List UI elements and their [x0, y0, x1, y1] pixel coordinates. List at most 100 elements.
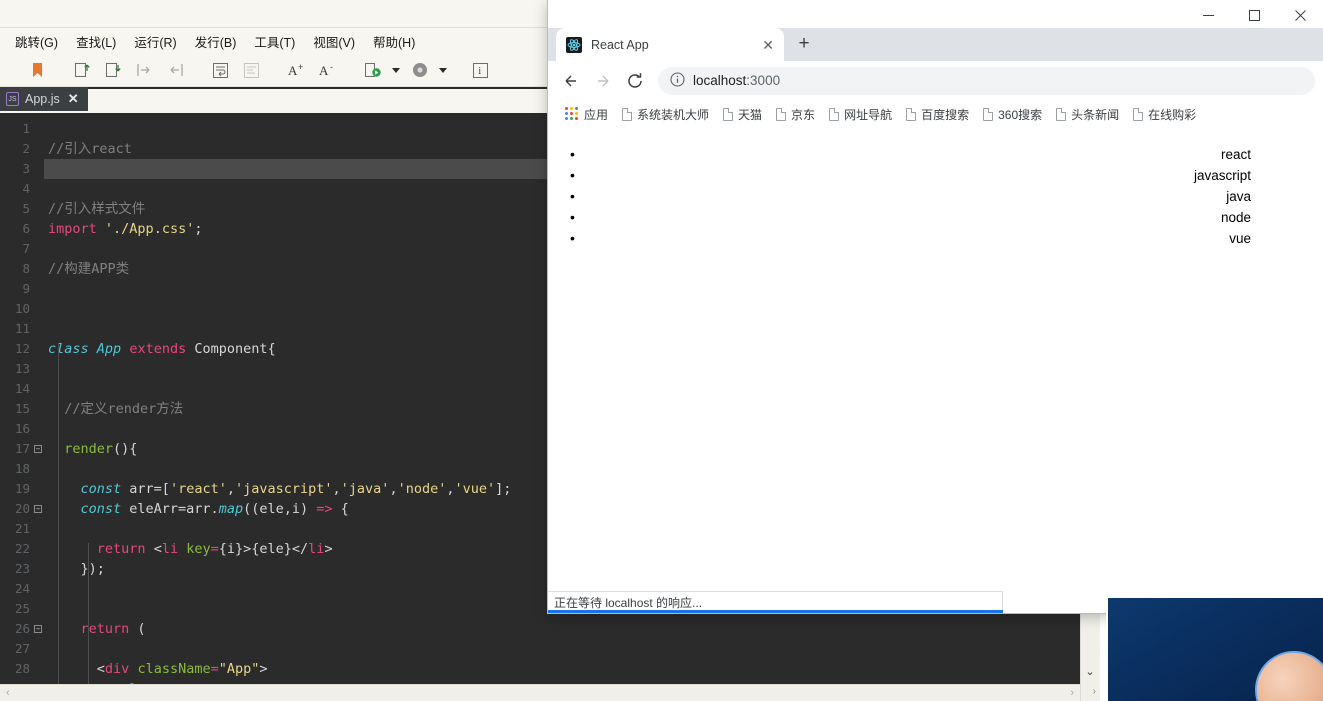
bookmark-item[interactable]: 360搜索 — [976, 103, 1049, 126]
run-dropdown-caret-icon[interactable] — [388, 57, 404, 83]
address-host: localhost — [693, 73, 747, 88]
bookmark-label: 京东 — [791, 107, 816, 122]
code-token: eleArr=arr. — [121, 501, 219, 517]
menu-item-find[interactable]: 查找(L) — [67, 29, 125, 54]
line-number: 2 — [22, 141, 30, 156]
fold-toggle[interactable]: − — [32, 619, 44, 639]
line-number: 9 — [22, 281, 30, 296]
window-controls — [1185, 0, 1323, 30]
bookmark-item[interactable]: 京东 — [769, 103, 822, 126]
topic-list: reactjavascriptjavanodevue — [548, 144, 1323, 249]
code-token: < — [145, 541, 162, 557]
minimize-button[interactable] — [1185, 0, 1231, 30]
editor-horizontal-scrollbar[interactable]: ‹ › — [0, 684, 1080, 701]
tab-close-icon[interactable]: ✕ — [762, 38, 774, 52]
info-circle-icon[interactable] — [670, 71, 685, 90]
forward-arrow-icon[interactable] — [588, 66, 618, 96]
collapse-icon[interactable]: − — [34, 625, 42, 633]
bookmark-icon[interactable] — [22, 57, 53, 83]
indent-left-icon[interactable] — [129, 57, 160, 83]
code-token: , — [332, 481, 341, 497]
page-icon — [776, 107, 787, 121]
svg-text:A: A — [319, 63, 329, 78]
info-icon[interactable]: i — [465, 57, 496, 83]
line-number: 14 — [14, 381, 30, 396]
run-icon[interactable] — [357, 57, 388, 83]
line-number: 28 — [14, 661, 30, 676]
wrap-line-icon[interactable] — [205, 57, 236, 83]
page-viewport[interactable]: reactjavascriptjavanodevue — [548, 128, 1323, 613]
page-icon — [1056, 107, 1067, 121]
font-increase-icon[interactable]: A + — [281, 57, 312, 83]
code-token: import — [48, 221, 97, 237]
line-number: 23 — [14, 561, 30, 576]
code-token: arr=[ — [121, 481, 170, 497]
line-number: 8 — [22, 261, 30, 276]
address-bar[interactable]: localhost:3000 — [658, 66, 1315, 95]
fold-toggle[interactable]: − — [32, 439, 44, 459]
code-token: li — [308, 541, 325, 557]
code-token: li — [161, 541, 179, 557]
reload-icon[interactable] — [620, 66, 650, 96]
scroll-right-arrow-icon[interactable]: › — [1070, 687, 1074, 699]
bookmark-item[interactable]: 在线购彩 — [1126, 103, 1203, 126]
bookmark-item[interactable]: 天猫 — [716, 103, 769, 126]
code-token: => — [316, 501, 333, 517]
loading-progress-bar — [548, 610, 1003, 613]
maximize-button[interactable] — [1231, 0, 1277, 30]
menu-item-goto[interactable]: 跳转(G) — [6, 29, 67, 54]
preview-dropdown-caret-icon[interactable] — [435, 57, 451, 83]
bookmark-item[interactable]: 头条新闻 — [1049, 103, 1126, 126]
browser-tab[interactable]: React App ✕ — [556, 28, 784, 61]
editor-tab-appjs[interactable]: JS App.js ✕ — [0, 87, 88, 113]
scroll-left-arrow-icon[interactable]: ‹ — [6, 687, 10, 699]
status-text: 正在等待 localhost 的响应... — [554, 596, 703, 610]
new-tab-button[interactable]: + — [790, 30, 818, 58]
menu-item-tools[interactable]: 工具(T) — [245, 29, 304, 54]
code-token: 'react' — [169, 481, 227, 497]
collapse-icon[interactable]: − — [34, 445, 42, 453]
line-number: 15 — [14, 401, 30, 416]
indent-right-icon[interactable] — [160, 57, 191, 83]
menu-item-publish[interactable]: 发行(B) — [186, 29, 246, 54]
scroll-down-arrow-icon[interactable]: ⌄ — [1082, 663, 1098, 679]
scroll-corner-arrow-icon[interactable]: › — [1093, 686, 1096, 697]
code-token: { — [332, 501, 349, 517]
code-token: "App" — [218, 661, 260, 677]
line-number: 24 — [14, 581, 30, 596]
export-file-icon[interactable] — [98, 57, 129, 83]
line-number: 18 — [14, 461, 30, 476]
menu-item-view[interactable]: 视图(V) — [304, 29, 364, 54]
back-arrow-icon[interactable] — [556, 66, 586, 96]
line-number: 12 — [14, 341, 30, 356]
bookmark-item[interactable]: 网址导航 — [822, 103, 899, 126]
collapse-icon[interactable]: − — [34, 505, 42, 513]
code-fold-column[interactable]: − − − — [32, 113, 44, 691]
code-token: className — [137, 661, 211, 677]
format-code-icon[interactable] — [236, 57, 267, 83]
svg-text:i: i — [478, 66, 481, 77]
close-button[interactable] — [1277, 0, 1323, 30]
fold-toggle[interactable]: − — [32, 499, 44, 519]
line-number: 7 — [22, 241, 30, 256]
bookmark-item[interactable]: 百度搜索 — [899, 103, 976, 126]
import-file-icon[interactable] — [67, 57, 98, 83]
bookmark-item[interactable]: 应用 — [558, 103, 615, 126]
close-icon[interactable]: ✕ — [68, 91, 79, 107]
menu-item-run[interactable]: 运行(R) — [125, 29, 185, 54]
browser-preview-icon[interactable] — [404, 57, 435, 83]
line-number: 10 — [14, 301, 30, 316]
font-decrease-icon[interactable]: A- — [312, 57, 343, 83]
menu-item-help[interactable]: 帮助(H) — [364, 29, 424, 54]
code-token: //引入样式文件 — [48, 201, 146, 217]
bookmark-item[interactable]: 系统装机大师 — [615, 103, 716, 126]
